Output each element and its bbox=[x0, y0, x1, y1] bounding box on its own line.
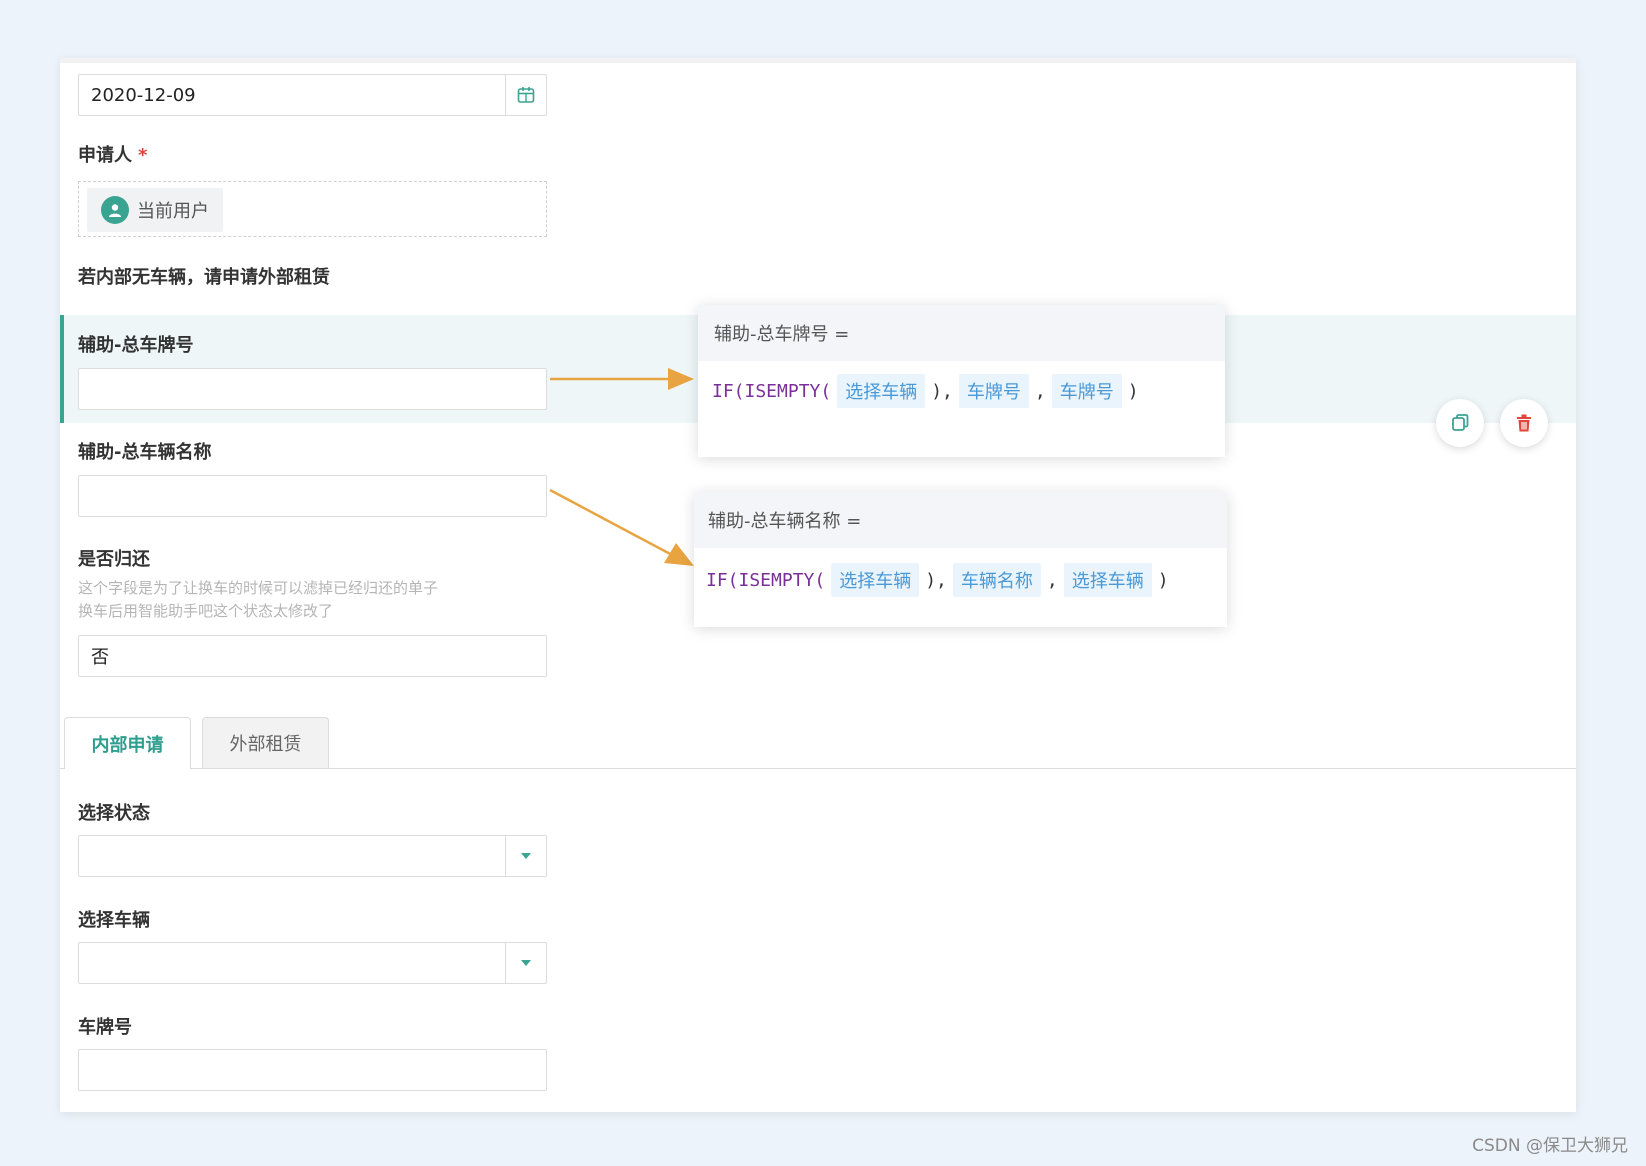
formula-separator: ), bbox=[925, 569, 947, 591]
formula-function: IF(ISEMPTY( bbox=[706, 569, 826, 591]
plate-formula-popup: 辅助-总车牌号 = IF(ISEMPTY( 选择车辆 ), 车牌号 , 车牌号 … bbox=[698, 305, 1225, 457]
vehicle-arrowhead bbox=[664, 543, 694, 566]
vehicle-formula-header: 辅助-总车辆名称 = bbox=[694, 492, 1227, 548]
plate-arrowhead bbox=[668, 368, 694, 390]
formula-token[interactable]: 车辆名称 bbox=[952, 563, 1041, 597]
formula-token[interactable]: 车牌号 bbox=[958, 374, 1029, 408]
formula-separator: ), bbox=[931, 380, 953, 402]
plate-formula: IF(ISEMPTY( 选择车辆 ), 车牌号 , 车牌号 ) bbox=[698, 361, 1225, 421]
formula-separator: , bbox=[1034, 380, 1046, 402]
formula-separator: , bbox=[1046, 569, 1058, 591]
vehicle-formula-popup: 辅助-总车辆名称 = IF(ISEMPTY( 选择车辆 ), 车辆名称 , 选择… bbox=[694, 492, 1227, 627]
vehicle-arrow bbox=[549, 488, 675, 558]
formula-function: IF(ISEMPTY( bbox=[712, 380, 832, 402]
watermark: CSDN @保卫大狮兄 bbox=[1472, 1136, 1628, 1156]
formula-token[interactable]: 车牌号 bbox=[1051, 374, 1122, 408]
formula-token[interactable]: 选择车辆 bbox=[1063, 563, 1152, 597]
plate-formula-header: 辅助-总车牌号 = bbox=[698, 305, 1225, 361]
formula-token[interactable]: 选择车辆 bbox=[831, 563, 920, 597]
tab-internal-application[interactable]: 内部申请 bbox=[64, 717, 191, 769]
formula-close: ) bbox=[1127, 380, 1139, 402]
vehicle-formula: IF(ISEMPTY( 选择车辆 ), 车辆名称 , 选择车辆 ) bbox=[694, 548, 1227, 612]
formula-close: ) bbox=[1157, 569, 1169, 591]
formula-token[interactable]: 选择车辆 bbox=[837, 374, 926, 408]
